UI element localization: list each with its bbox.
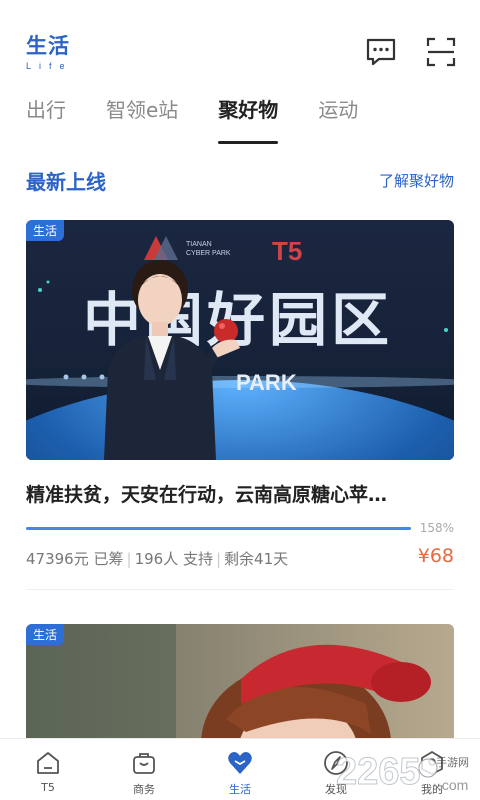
svg-text:TIANAN: TIANAN	[186, 241, 212, 248]
nav-item-life[interactable]: 生活	[192, 739, 288, 800]
tab-yundong[interactable]: 运动	[318, 94, 358, 138]
image-park-text: PARK	[236, 370, 297, 395]
raised-amount: 47396元 已筹	[26, 550, 124, 568]
product-photo: TIANAN CYBER PARK T5 中国好园区 PARK	[26, 220, 454, 460]
chat-bubble-icon[interactable]	[365, 36, 397, 68]
home-icon	[37, 752, 59, 774]
tab-chuxing[interactable]: 出行	[26, 94, 66, 138]
nav-label: T5	[41, 781, 55, 794]
heart-icon	[228, 752, 252, 774]
section-title: 最新上线	[26, 170, 106, 194]
product-image[interactable]: 生活 TIANAN CYBER PARK T5 中国好园区 PARK	[26, 220, 454, 460]
nav-item-t5[interactable]: T5	[0, 739, 96, 800]
nav-item-discover[interactable]: 发现	[288, 739, 384, 800]
nav-label: 商务	[133, 783, 155, 796]
briefcase-icon	[133, 753, 155, 774]
funding-progress: 158%	[26, 521, 454, 537]
stats-divider: |	[126, 550, 132, 568]
brand-logo: 生活 Life	[26, 33, 73, 71]
nav-item-business[interactable]: 商务	[96, 739, 192, 800]
user-icon	[421, 751, 443, 775]
category-badge: 生活	[26, 624, 65, 645]
nav-item-mine[interactable]: 我的	[384, 739, 480, 800]
category-tabs: 出行 智领e站 聚好物 运动	[26, 94, 398, 144]
brand-title: 生活	[26, 34, 70, 58]
t5-logo-text: T5	[272, 236, 302, 266]
funding-stats: 47396元 已筹 | 196人 支持 | 剩余41天 ¥68	[26, 545, 454, 571]
learn-more-link[interactable]: 了解聚好物	[379, 170, 454, 191]
card-divider	[26, 589, 454, 590]
nav-label: 生活	[229, 783, 251, 796]
scan-icon[interactable]	[425, 36, 457, 68]
tab-juhaowu[interactable]: 聚好物	[218, 94, 279, 144]
header: 生活 Life	[0, 0, 480, 92]
progress-track	[26, 527, 411, 530]
progress-fill	[26, 527, 411, 530]
compass-icon	[324, 751, 348, 775]
nav-label: 发现	[325, 783, 347, 796]
stats-divider: |	[215, 550, 222, 568]
days-remaining: 剩余41天	[224, 550, 289, 568]
progress-percent: 158%	[419, 521, 454, 535]
product-title[interactable]: 精准扶贫，天安在行动，云南高原糖心苹…	[26, 480, 446, 507]
nav-label: 我的	[421, 783, 443, 796]
price: ¥68	[417, 545, 454, 567]
category-badge: 生活	[26, 220, 65, 241]
brand-subtitle: Life	[26, 61, 73, 71]
supporters-count: 196人 支持	[134, 550, 213, 568]
tab-zhiling-estation[interactable]: 智领e站	[106, 94, 178, 138]
svg-text:CYBER PARK: CYBER PARK	[186, 250, 231, 257]
bottom-nav: T5 商务 生活 发现 我的	[0, 738, 480, 800]
product-card[interactable]: 生活 TIANAN CYBER PARK T5 中国好园区 PARK 精准扶贫，…	[26, 220, 454, 590]
